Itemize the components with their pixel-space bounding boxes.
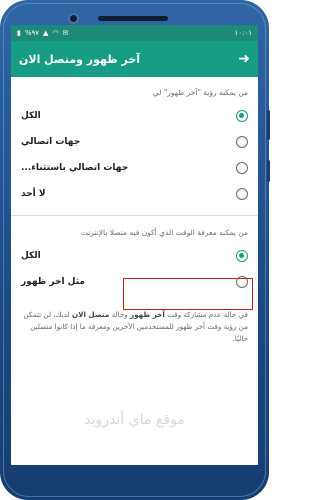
bottom-bezel — [0, 465, 269, 500]
footer-text: في حالة عدم مشاركة وقت — [164, 310, 248, 319]
status-bar: ▮ %٩٧ ▲ ◠ ✉ ١٠:٠١ — [11, 25, 258, 41]
arrow-right-icon[interactable]: ➜ — [238, 51, 250, 67]
battery-percent: %٩٧ — [24, 29, 40, 37]
option-nobody[interactable]: لا أحد — [21, 181, 248, 207]
page-title: آخر ظهور ومتصل الان — [19, 52, 141, 66]
option-my-contacts[interactable]: جهات اتصالي — [21, 129, 248, 155]
wifi-icon: ◠ — [52, 29, 59, 37]
option-everyone-last-seen[interactable]: الكل — [21, 103, 248, 129]
watermark: موقع ماي أندرويد — [84, 412, 185, 428]
footer-bold-last-seen: آخر ظهور — [130, 310, 165, 319]
signal-icon: ▲ — [43, 29, 49, 37]
option-same-as-last-seen[interactable]: مثل اخر ظهور — [21, 269, 248, 295]
option-label: جهات اتصالي باستثناء... — [21, 163, 129, 173]
app-bar: آخر ظهور ومتصل الان ➜ — [11, 41, 258, 77]
settings-content: من يمكنه رؤية "آخر ظهور" لي الكل جهات ات… — [11, 77, 258, 345]
footer-note: في حالة عدم مشاركة وقت آخر ظهور وحالة مت… — [21, 295, 248, 345]
front-camera — [68, 13, 79, 24]
radio-checked-icon[interactable] — [236, 250, 248, 262]
battery-icon: ▮ — [17, 29, 21, 37]
option-label: الكل — [21, 251, 41, 261]
footer-bold-online: متصل الان — [71, 310, 110, 319]
earpiece-speaker — [98, 16, 168, 21]
option-label: الكل — [21, 111, 41, 121]
status-time: ١٠:٠١ — [234, 29, 252, 37]
volume-button — [267, 110, 270, 140]
section-last-seen-title: من يمكنه رؤية "آخر ظهور" لي — [152, 88, 248, 97]
notification-icon: ✉ — [62, 29, 69, 37]
radio-checked-icon[interactable] — [236, 110, 248, 122]
option-label: لا أحد — [21, 189, 46, 199]
option-everyone-online[interactable]: الكل — [21, 243, 248, 269]
option-label: جهات اتصالي — [21, 137, 81, 147]
radio-unchecked-icon[interactable] — [236, 136, 248, 148]
status-right: ١٠:٠١ — [235, 29, 252, 37]
section-online-title: من يمكنه معرفة الوقت الذي أكون فيه متصلا… — [80, 228, 248, 237]
status-left: ▮ %٩٧ ▲ ◠ ✉ — [17, 29, 68, 37]
option-label: مثل اخر ظهور — [21, 277, 85, 287]
footer-text: وحالة — [109, 310, 131, 319]
radio-unchecked-icon[interactable] — [236, 276, 248, 288]
option-contacts-except[interactable]: جهات اتصالي باستثناء... — [21, 155, 248, 181]
phone-frame: ▮ %٩٧ ▲ ◠ ✉ ١٠:٠١ آخر ظهور ومتصل الان ➜ … — [0, 0, 270, 500]
power-button — [267, 160, 270, 182]
radio-unchecked-icon[interactable] — [236, 188, 248, 200]
phone-screen: ▮ %٩٧ ▲ ◠ ✉ ١٠:٠١ آخر ظهور ومتصل الان ➜ … — [11, 25, 258, 465]
radio-unchecked-icon[interactable] — [236, 162, 248, 174]
